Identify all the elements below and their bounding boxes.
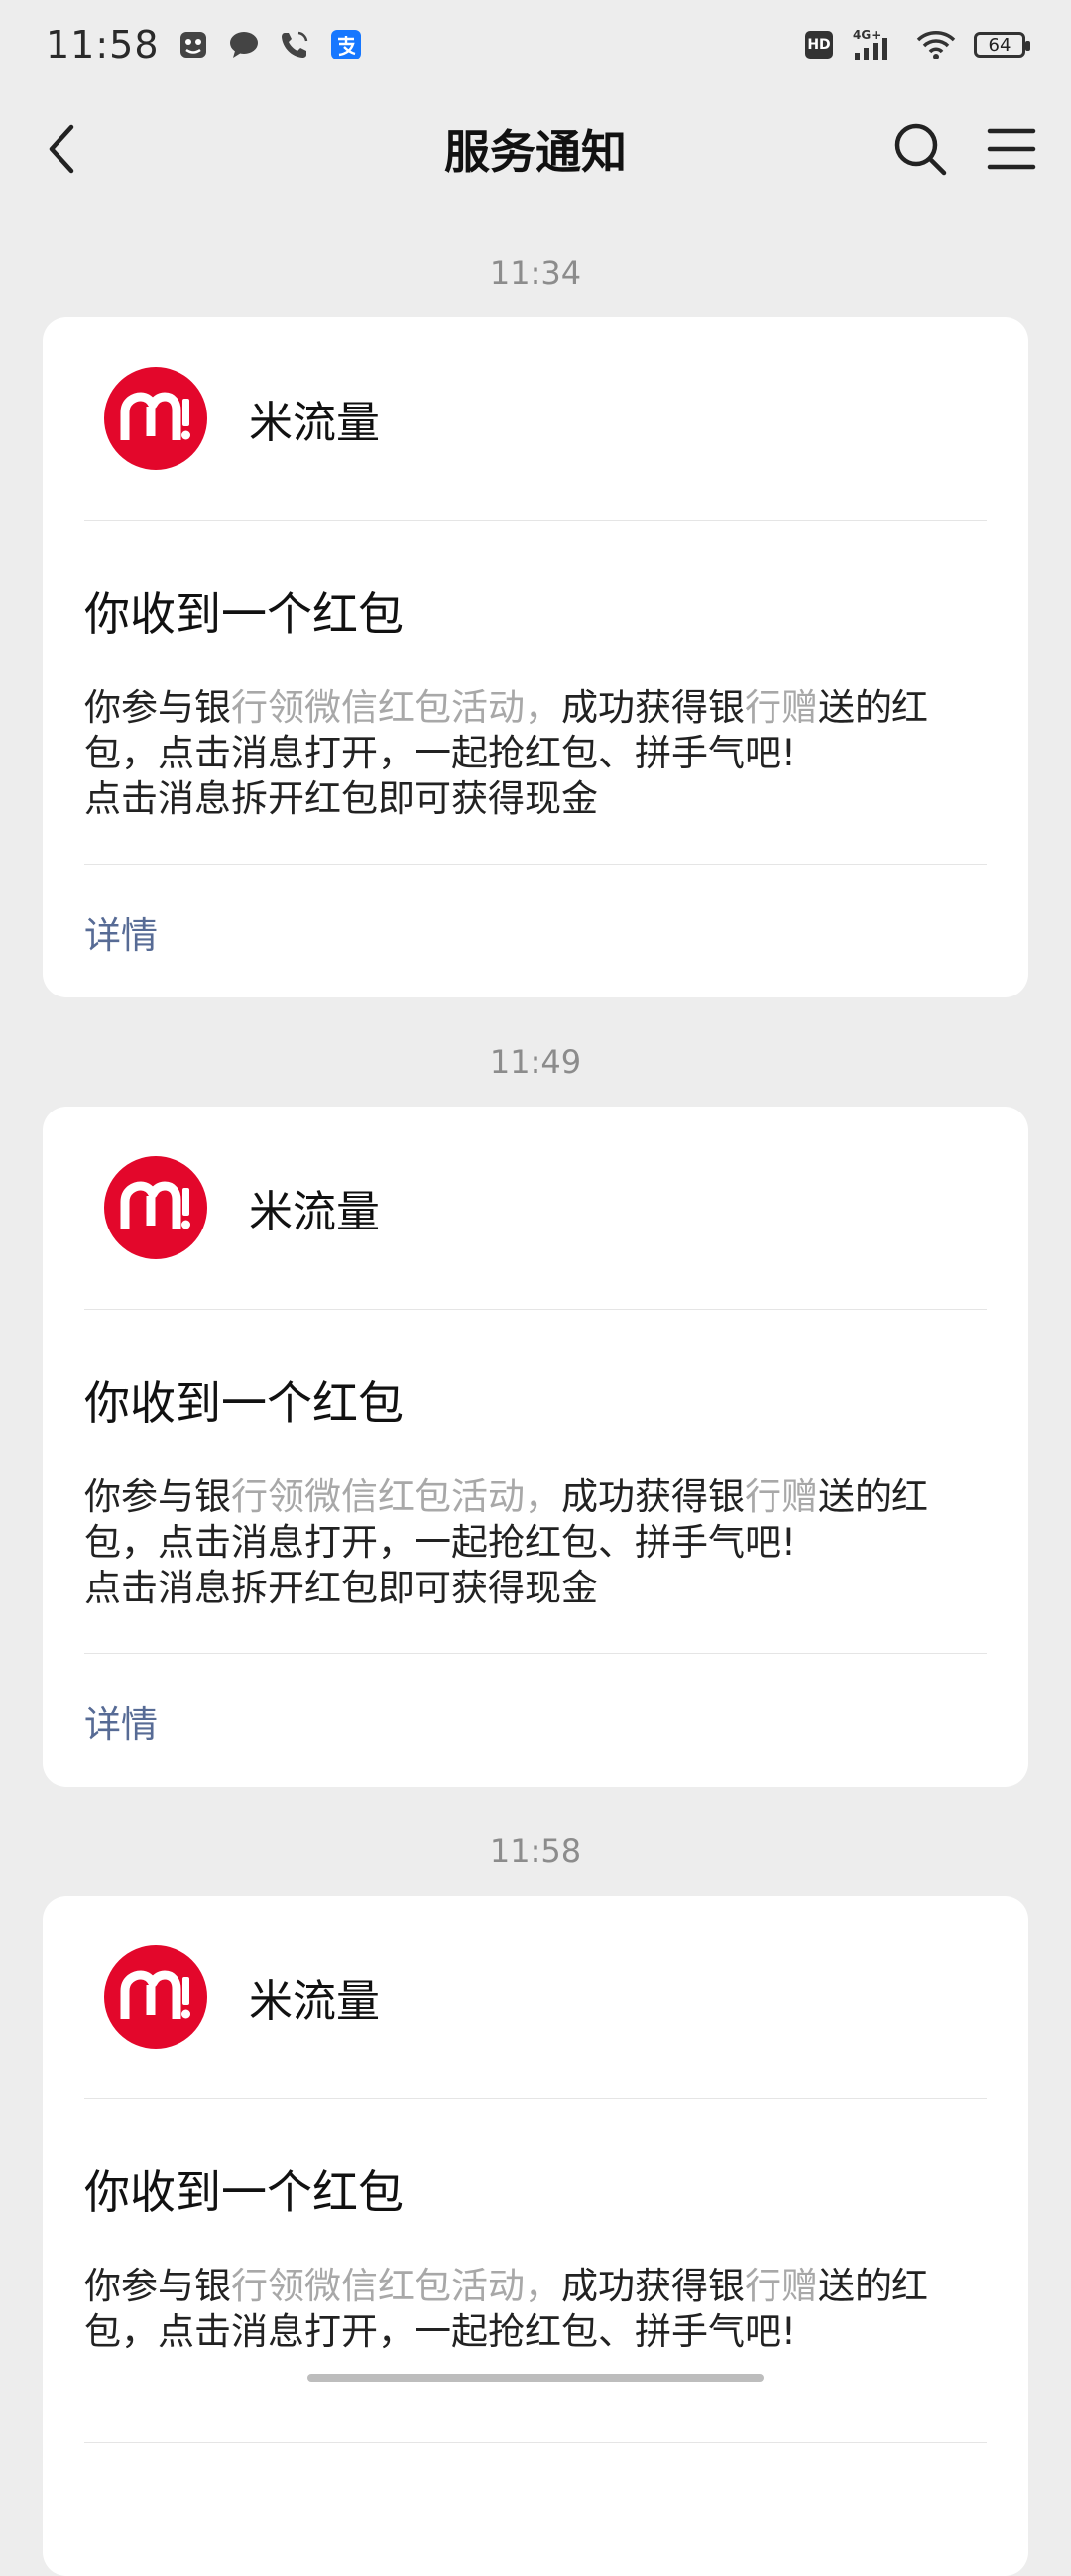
message-title: 你收到一个红包 bbox=[84, 1376, 404, 1430]
body-text-dim: 行领微信红包活动， bbox=[231, 1475, 561, 1518]
notification-card[interactable]: 米流量 你收到一个红包 你参与银行领微信红包活动，成功获得银行赠送的红 包，点击… bbox=[43, 1107, 1028, 1787]
search-icon bbox=[894, 123, 947, 176]
phone-call-icon bbox=[279, 29, 312, 60]
body-text: 你参与银 bbox=[84, 1475, 231, 1518]
status-time: 11:58 bbox=[46, 23, 160, 66]
home-indicator[interactable] bbox=[307, 2374, 764, 2382]
card-footer: 详情 bbox=[84, 865, 987, 999]
body-text-dim: 行领微信红包活动， bbox=[231, 2265, 561, 2307]
notification-card[interactable]: 米流量 你收到一个红包 你参与银行领微信红包活动，成功获得银行赠送的红 包，点击… bbox=[43, 1896, 1028, 2576]
card-header: 米流量 bbox=[84, 1896, 987, 2099]
menu-button[interactable] bbox=[980, 117, 1043, 180]
message-title: 你收到一个红包 bbox=[84, 2166, 404, 2219]
body-line-3: 点击消息拆开红包即可获得现金 bbox=[84, 777, 598, 820]
card-header: 米流量 bbox=[84, 1107, 987, 1310]
details-link[interactable]: 详情 bbox=[84, 905, 158, 959]
message-group: 11:34 米流量 你收到一个红包 你参与银行领微信红包活动，成功获得银行赠送的… bbox=[0, 208, 1071, 997]
body-text: 送的红 bbox=[818, 2265, 928, 2307]
alipay-icon bbox=[330, 29, 362, 60]
body-text: 你参与银 bbox=[84, 2265, 231, 2307]
body-line-1: 你参与银行领微信红包活动，成功获得银行赠送的红 bbox=[84, 685, 987, 731]
search-button[interactable] bbox=[889, 117, 952, 180]
message-body: 你参与银行领微信红包活动，成功获得银行赠送的红 包，点击消息打开，一起抢红包、拼… bbox=[84, 1474, 987, 1654]
back-button[interactable] bbox=[32, 119, 91, 178]
mi-logo-icon bbox=[104, 367, 207, 470]
message-body: 你参与银行领微信红包活动，成功获得银行赠送的红 包，点击消息打开，一起抢红包、拼… bbox=[84, 2264, 987, 2443]
card-header: 米流量 bbox=[84, 317, 987, 521]
body-text-dim: 行领微信红包活动， bbox=[231, 686, 561, 729]
body-text-dim: 行赠 bbox=[745, 686, 818, 729]
body-text-dim: 行赠 bbox=[745, 2265, 818, 2307]
message-timestamp: 11:49 bbox=[489, 1043, 582, 1081]
chat-bubble-icon bbox=[227, 29, 261, 60]
body-line-3: 点击消息拆开红包即可获得现金 bbox=[84, 1567, 598, 1609]
body-line-1: 你参与银行领微信红包活动，成功获得银行赠送的红 bbox=[84, 2264, 987, 2309]
body-text: 成功获得银 bbox=[561, 2265, 745, 2307]
details-link[interactable]: 详情 bbox=[84, 1695, 158, 1748]
battery-icon: 64 bbox=[974, 32, 1030, 58]
body-text: 送的红 bbox=[818, 686, 928, 729]
message-timestamp: 11:58 bbox=[489, 1832, 582, 1870]
hd-badge: HD bbox=[805, 31, 833, 59]
mi-logo-icon bbox=[104, 1945, 207, 2049]
body-text: 你参与银 bbox=[84, 686, 231, 729]
mi-logo-icon bbox=[104, 1156, 207, 1259]
body-line-1: 你参与银行领微信红包活动，成功获得银行赠送的红 bbox=[84, 1474, 987, 1520]
body-line-2: 包，点击消息打开，一起抢红包、拼手气吧! bbox=[84, 1521, 796, 1564]
body-text-dim: 行赠 bbox=[745, 1475, 818, 1518]
message-title: 你收到一个红包 bbox=[84, 587, 404, 641]
body-line-2: 包，点击消息打开，一起抢红包、拼手气吧! bbox=[84, 732, 796, 774]
notification-card[interactable]: 米流量 你收到一个红包 你参与银行领微信红包活动，成功获得银行赠送的红 包，点击… bbox=[43, 317, 1028, 997]
page-title: 服务通知 bbox=[444, 125, 627, 178]
status-bar: 11:58 HD 4G+ 64 bbox=[0, 0, 1071, 89]
body-line-2: 包，点击消息打开，一起抢红包、拼手气吧! bbox=[84, 2310, 796, 2353]
sender-name: 米流量 bbox=[249, 398, 380, 448]
app-notification-icon bbox=[178, 29, 209, 60]
sender-name: 米流量 bbox=[249, 1976, 380, 2027]
sender-name: 米流量 bbox=[249, 1187, 380, 1237]
body-text: 成功获得银 bbox=[561, 1475, 745, 1518]
svg-text:4G+: 4G+ bbox=[853, 28, 881, 42]
body-text: 送的红 bbox=[818, 1475, 928, 1518]
title-bar: 服务通知 bbox=[0, 89, 1071, 208]
status-left: 11:58 bbox=[46, 23, 362, 66]
card-footer: 详情 bbox=[84, 1654, 987, 1789]
wifi-icon bbox=[916, 29, 956, 60]
status-right: HD 4G+ 64 bbox=[805, 27, 1030, 62]
cellular-signal-icon: 4G+ bbox=[851, 27, 898, 62]
hamburger-menu-icon bbox=[987, 128, 1036, 170]
message-body: 你参与银行领微信红包活动，成功获得银行赠送的红 包，点击消息打开，一起抢红包、拼… bbox=[84, 685, 987, 865]
chevron-left-icon bbox=[49, 124, 74, 174]
message-timestamp: 11:34 bbox=[489, 254, 582, 292]
message-group: 11:49 米流量 你收到一个红包 你参与银行领微信红包活动，成功获得银行赠送的… bbox=[0, 997, 1071, 1787]
body-text: 成功获得银 bbox=[561, 686, 745, 729]
message-list: 11:34 米流量 你收到一个红包 你参与银行领微信红包活动，成功获得银行赠送的… bbox=[0, 208, 1071, 2576]
message-group: 11:58 米流量 你收到一个红包 你参与银行领微信红包活动，成功获得银行赠送的… bbox=[0, 1787, 1071, 2576]
